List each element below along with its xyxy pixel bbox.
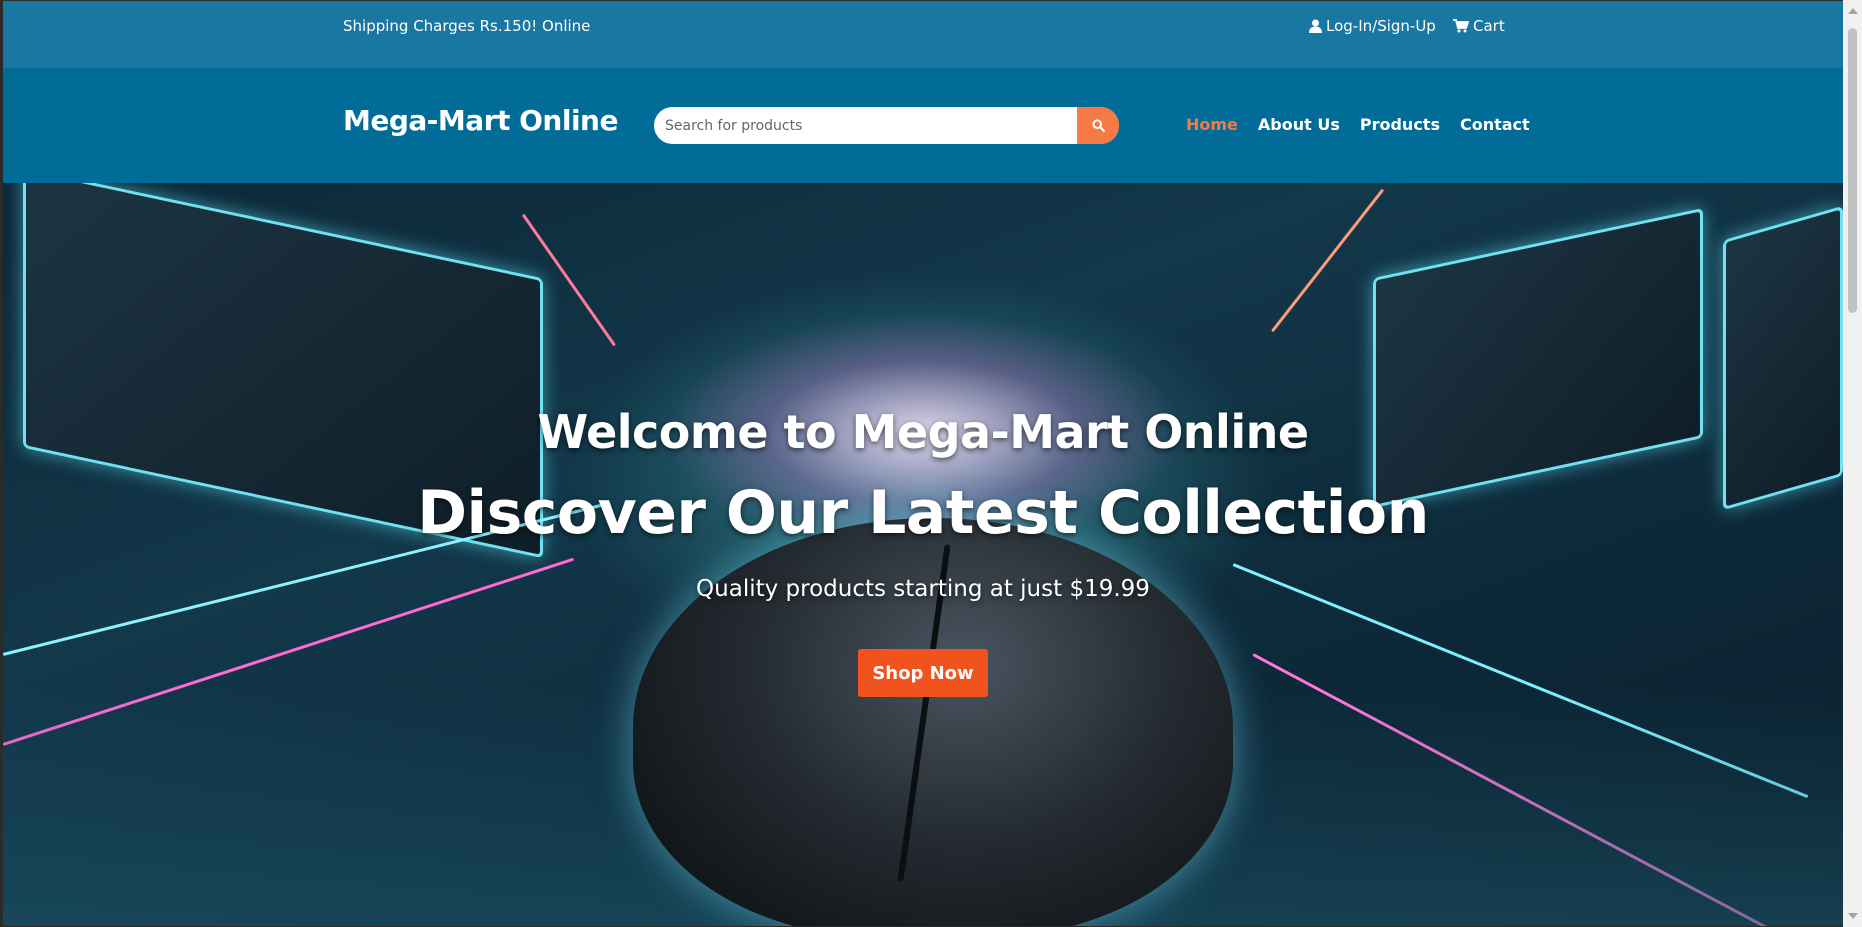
top-info-bar: Shipping Charges Rs.150! Online Log-In/S…	[3, 1, 1843, 68]
search-icon	[1091, 119, 1105, 132]
far-right-monitor-graphic	[1723, 205, 1843, 511]
cart-link[interactable]: Cart	[1453, 17, 1505, 35]
scroll-up-arrow-icon[interactable]	[1848, 8, 1858, 14]
nav-about-us[interactable]: About Us	[1258, 115, 1340, 134]
cart-label: Cart	[1473, 17, 1505, 35]
search-bar	[654, 107, 1119, 144]
scroll-thumb[interactable]	[1848, 28, 1857, 313]
site-logo[interactable]: Mega-Mart Online	[343, 104, 618, 137]
main-header: Mega-Mart Online Home About Us Products …	[3, 68, 1843, 183]
nav-contact[interactable]: Contact	[1460, 115, 1530, 134]
hero-subtext: Quality products starting at just $19.99	[696, 576, 1150, 602]
scroll-down-arrow-icon[interactable]	[1848, 913, 1858, 919]
hero-welcome-heading: Welcome to Mega-Mart Online	[537, 405, 1309, 459]
nav-products[interactable]: Products	[1360, 115, 1440, 134]
login-signup-link[interactable]: Log-In/Sign-Up	[1309, 17, 1436, 35]
right-monitor-graphic	[1373, 207, 1703, 509]
page-scrollbar[interactable]	[1843, 0, 1862, 927]
nav-home[interactable]: Home	[1186, 115, 1238, 134]
shipping-notice: Shipping Charges Rs.150! Online	[343, 17, 591, 35]
user-icon	[1309, 19, 1322, 33]
search-button[interactable]	[1077, 107, 1119, 144]
main-nav: Home About Us Products Contact	[1186, 115, 1530, 134]
hero-banner: Welcome to Mega-Mart Online Discover Our…	[3, 183, 1843, 926]
hero-headline: Discover Our Latest Collection	[417, 478, 1429, 548]
login-signup-label: Log-In/Sign-Up	[1326, 17, 1436, 35]
shop-now-button[interactable]: Shop Now	[858, 649, 988, 697]
light-beam	[1270, 188, 1385, 333]
cart-icon	[1453, 19, 1469, 33]
search-input[interactable]	[654, 107, 1079, 144]
browser-page: Shipping Charges Rs.150! Online Log-In/S…	[3, 1, 1843, 926]
